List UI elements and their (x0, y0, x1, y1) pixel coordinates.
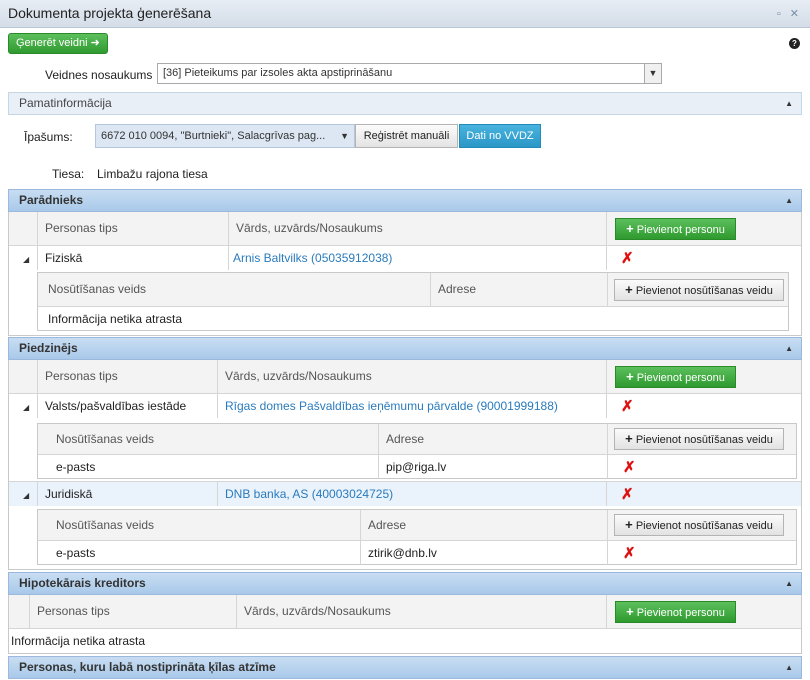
col-delivery: Nosūtīšanas veids (56, 518, 155, 532)
delete-icon[interactable]: ✗ (621, 399, 634, 414)
collapse-icon[interactable]: ▲ (785, 657, 793, 678)
generate-template-button[interactable]: Ģenerēt veidni ➜ (8, 33, 108, 54)
person-type: Fiziskā (45, 251, 83, 265)
person-name-link[interactable]: Rīgas domes Pašvaldības ieņēmumu pārvald… (225, 394, 558, 418)
list-item: Informācija netika atrasta (9, 628, 801, 653)
delete-icon[interactable]: ✗ (621, 487, 634, 502)
section-debtor-header[interactable]: Parādnieks ▲ (8, 189, 802, 212)
person-name-link[interactable]: Arnis Baltvilks (05035912038) (233, 246, 392, 270)
property-label: Īpašums: (24, 130, 73, 144)
table-header-row: Personas tips Vārds, uzvārds/Nosaukums +… (9, 212, 801, 245)
notified-table: Personas tips Vārds, uzvārds/Nosaukums +… (8, 360, 802, 570)
property-value: 6672 010 0094, "Burtnieki", Salacgrīvas … (101, 130, 326, 142)
col-name: Vārds, uzvārds/Nosaukums (244, 604, 391, 618)
col-person-type: Personas tips (45, 369, 118, 383)
person-type: Valsts/pašvaldības iestāde (45, 399, 187, 413)
section-notified-header[interactable]: Piedzinējs ▲ (8, 337, 802, 360)
court-value: Limbažu rajona tiesa (97, 167, 208, 181)
court-label: Tiesa: (52, 167, 85, 181)
section-title: Parādnieks (19, 193, 84, 207)
list-item[interactable]: e-pasts pip@riga.lv ✗ (38, 454, 796, 479)
table-header-row: Nosūtīšanas veids Adrese + Pievienot nos… (38, 273, 788, 306)
expand-icon[interactable]: ◢ (23, 403, 29, 412)
table-row[interactable]: ◢ Juridiskā DNB banka, AS (40003024725) … (9, 481, 801, 506)
table-header-row: Nosūtīšanas veids Adrese + Pievienot nos… (38, 510, 796, 540)
add-person-button[interactable]: + Pievienot personu (615, 366, 736, 388)
col-address: Adrese (368, 518, 407, 532)
table-header-row: Nosūtīšanas veids Adrese + Pievienot nos… (38, 424, 796, 454)
property-select[interactable]: 6672 010 0094, "Burtnieki", Salacgrīvas … (95, 124, 355, 148)
collapse-icon[interactable]: ▲ (785, 190, 793, 211)
col-address: Adrese (438, 282, 477, 296)
add-person-button[interactable]: + Pievienot personu (615, 218, 736, 240)
section-title: Piedzinējs (19, 341, 78, 355)
section-title: Hipotekārais kreditors (19, 576, 146, 590)
list-item: Informācija netika atrasta (38, 306, 788, 331)
delete-icon[interactable]: ✗ (621, 251, 634, 266)
register-manually-button[interactable]: Reģistrēt manuāli (355, 124, 458, 148)
add-person-button[interactable]: + Pievienot personu (615, 601, 736, 623)
toolbar: Ģenerēt veidni ➜ ? (0, 28, 810, 60)
delivery-table: Nosūtīšanas veids Adrese + Pievienot nos… (37, 272, 789, 331)
chevron-down-icon[interactable]: ▼ (340, 125, 349, 147)
table-row[interactable]: ◢ Fiziskā Arnis Baltvilks (05035912038) … (9, 245, 801, 270)
section-mortgage-header[interactable]: Hipotekārais kreditors ▲ (8, 572, 802, 595)
person-type: Juridiskā (45, 487, 93, 501)
delivery-table: Nosūtīšanas veids Adrese + Pievienot nos… (37, 423, 797, 479)
table-header-row: Personas tips Vārds, uzvārds/Nosaukums +… (9, 360, 801, 393)
window-title: Dokumenta projekta ģenerēšana (8, 5, 212, 21)
section-title: Pamatinformācija (19, 96, 112, 110)
collapse-icon[interactable]: ▲ (785, 338, 793, 359)
section-basic-header[interactable]: Pamatinformācija ▲ (8, 92, 802, 115)
mortgage-table: Personas tips Vārds, uzvārds/Nosaukums +… (8, 595, 802, 654)
person-name-link[interactable]: DNB banka, AS (40003024725) (225, 482, 393, 506)
template-select[interactable]: [36] Pieteikums par izsoles akta apstipr… (157, 63, 662, 84)
data-from-vvdz-button[interactable]: Dati no VVDZ (459, 124, 541, 148)
chevron-down-icon[interactable]: ▼ (644, 64, 661, 83)
expand-icon[interactable]: ◢ (23, 255, 29, 264)
table-row[interactable]: ◢ Valsts/pašvaldības iestāde Rīgas domes… (9, 393, 801, 418)
delete-icon[interactable]: ✗ (623, 460, 636, 475)
list-item[interactable]: e-pasts ztirik@dnb.lv ✗ (38, 540, 796, 565)
help-icon[interactable]: ? (789, 38, 800, 49)
expand-icon[interactable]: ◢ (23, 491, 29, 500)
delivery-table: Nosūtīšanas veids Adrese + Pievienot nos… (37, 509, 797, 565)
template-value: [36] Pieteikums par izsoles akta apstipr… (163, 67, 393, 79)
col-delivery: Nosūtīšanas veids (48, 282, 147, 296)
section-title: Personas, kuru labā nostiprināta ķīlas a… (19, 660, 276, 674)
no-info-text: Informācija netika atrasta (11, 634, 146, 648)
window-controls[interactable]: ▫ ✕ (777, 7, 802, 20)
col-name: Vārds, uzvārds/Nosaukums (225, 369, 372, 383)
col-delivery: Nosūtīšanas veids (56, 432, 155, 446)
delete-icon[interactable]: ✗ (623, 546, 636, 561)
col-address: Adrese (386, 432, 425, 446)
window-titlebar: Dokumenta projekta ģenerēšana ▫ ✕ (0, 0, 810, 28)
col-person-type: Personas tips (37, 604, 110, 618)
collapse-icon[interactable]: ▲ (785, 93, 793, 114)
delivery-address: pip@riga.lv (386, 460, 447, 474)
col-person-type: Personas tips (45, 221, 118, 235)
add-delivery-button[interactable]: + Pievienot nosūtīšanas veidu (614, 514, 784, 536)
no-info-text: Informācija netika atrasta (48, 312, 183, 326)
collapse-icon[interactable]: ▲ (785, 573, 793, 594)
delivery-address: ztirik@dnb.lv (368, 546, 437, 560)
debtor-table: Personas tips Vārds, uzvārds/Nosaukums +… (8, 212, 802, 336)
section-pledge-header[interactable]: Personas, kuru labā nostiprināta ķīlas a… (8, 656, 802, 679)
table-header-row: Personas tips Vārds, uzvārds/Nosaukums +… (9, 595, 801, 628)
add-delivery-button[interactable]: + Pievienot nosūtīšanas veidu (614, 279, 784, 301)
delivery-type: e-pasts (56, 546, 96, 560)
add-delivery-button[interactable]: + Pievienot nosūtīšanas veidu (614, 428, 784, 450)
col-name: Vārds, uzvārds/Nosaukums (236, 221, 383, 235)
template-label: Veidnes nosaukums (45, 68, 153, 82)
delivery-type: e-pasts (56, 460, 96, 474)
